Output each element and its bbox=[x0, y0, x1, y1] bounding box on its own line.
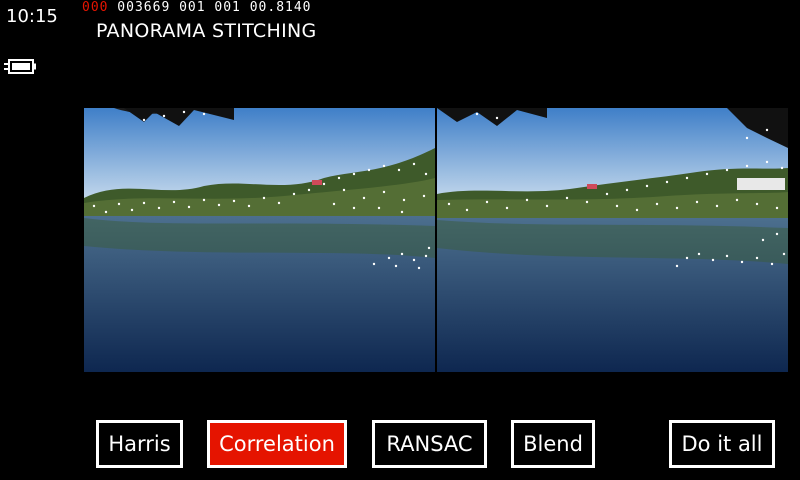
debug-counter: 000 003669 001 001 00.8140 bbox=[82, 0, 312, 15]
battery-charging-icon bbox=[4, 59, 36, 74]
status-time: 10:15 bbox=[6, 6, 58, 27]
left-lake-photo bbox=[84, 108, 435, 372]
correlation-button[interactable]: Correlation bbox=[207, 420, 347, 468]
do-it-all-button[interactable]: Do it all bbox=[669, 420, 775, 468]
right-lake-photo bbox=[437, 108, 788, 372]
blend-button[interactable]: Blend bbox=[511, 420, 595, 468]
ransac-button[interactable]: RANSAC bbox=[372, 420, 487, 468]
debug-values: 003669 001 001 00.8140 bbox=[108, 0, 312, 15]
page-title: PANORAMA STITCHING bbox=[96, 20, 317, 42]
photo-right-svg bbox=[437, 108, 788, 372]
harris-button[interactable]: Harris bbox=[96, 420, 183, 468]
debug-red-prefix: 000 bbox=[82, 0, 109, 15]
photo-left-svg bbox=[84, 108, 435, 372]
